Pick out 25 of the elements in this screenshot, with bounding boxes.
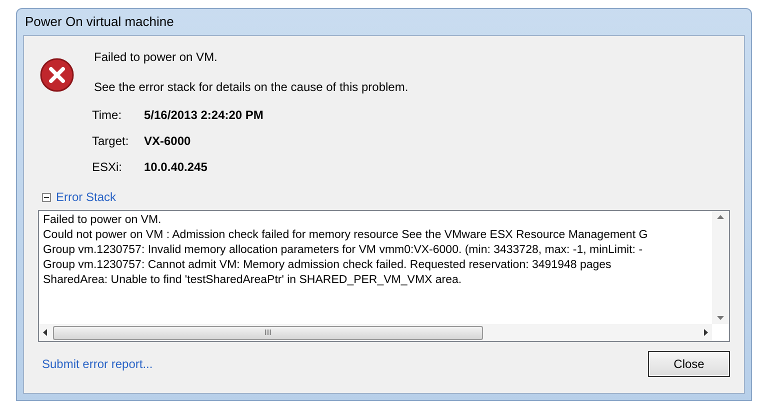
up-arrow-icon[interactable] xyxy=(717,215,724,219)
vertical-scrollbar[interactable] xyxy=(712,211,729,324)
error-stack-line: Failed to power on VM. xyxy=(43,213,162,228)
detail-value: VX-6000 xyxy=(144,133,192,150)
submit-report-link[interactable]: Submit error report... xyxy=(42,354,153,372)
error-stack-toggle[interactable]: Error Stack xyxy=(42,188,116,206)
error-heading: Failed to power on VM. xyxy=(94,49,218,66)
error-stack-line: SharedArea: Unable to find 'testSharedAreaPtr' in SHARED_PER_VM_VMX area. xyxy=(43,273,463,288)
horizontal-scrollbar[interactable]: III xyxy=(39,324,712,341)
error-detail: See the error stack for details on the cause of this problem. xyxy=(94,79,408,96)
detail-value: 10.0.40.245 xyxy=(144,159,208,176)
left-arrow-icon[interactable] xyxy=(43,329,47,336)
close-button[interactable]: Close xyxy=(648,350,730,376)
error-stack-line: Group vm.1230757: Invalid memory allocation parameters for VM vmm0:VX-6000. (min: 3433728, max: -1, minLimit: - xyxy=(43,243,644,258)
error-stack-line: Group vm.1230757: Cannot admit VM: Memory admission check failed. Requested reservation: 3491948 pages xyxy=(43,258,612,273)
error-icon xyxy=(40,58,74,92)
detail-label: Target: xyxy=(92,133,130,150)
detail-value: 5/16/2013 2:24:20 PM xyxy=(144,107,264,124)
right-arrow-icon[interactable] xyxy=(704,329,708,336)
detail-label: ESXi: xyxy=(92,159,124,176)
window-title: Power On virtual machine xyxy=(25,13,174,32)
error-stack-line: Could not power on VM : Admission check failed for memory resource See the VMware ESX Resource Management G xyxy=(43,228,649,243)
down-arrow-icon[interactable] xyxy=(717,316,724,320)
detail-label: Time: xyxy=(92,107,123,124)
scrollbar-thumb[interactable]: III xyxy=(53,326,483,340)
